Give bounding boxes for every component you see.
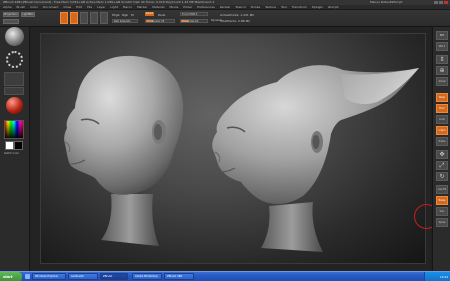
scroll-button[interactable]: ⇕ — [436, 55, 448, 64]
spix-button[interactable]: SPix 3 — [436, 42, 448, 51]
frame-button[interactable]: Frame — [436, 137, 448, 146]
zoom-button[interactable]: ⊕ — [436, 66, 448, 75]
move-mode-button[interactable] — [80, 12, 88, 24]
move-view-icon[interactable]: ✥ — [436, 150, 448, 159]
canvas-area — [31, 27, 439, 271]
solo-button[interactable]: Solo — [436, 207, 448, 216]
top-shelf: Projection Master LightBox Mrgb Rgb M Rg… — [0, 10, 450, 27]
persp-button[interactable]: Persp — [436, 93, 448, 102]
scale-mode-button[interactable] — [90, 12, 98, 24]
head-b-model — [212, 65, 419, 252]
projection-master-button[interactable]: Projection Master — [3, 12, 19, 17]
system-tray-clock[interactable]: 10:24 — [424, 272, 450, 281]
quick-sketch-button[interactable] — [3, 19, 19, 24]
window-controls — [434, 1, 448, 4]
z-intensity-label: Z Intensity 25 — [147, 20, 165, 23]
rgb-intensity-label: Rgb Intensity — [114, 20, 131, 23]
right-tray: BPR SPix 3 ⇕ ⊕ Actual Persp Floor Local … — [432, 27, 450, 271]
total-points-readout: TotalPoints: 2.86 Mil — [220, 19, 250, 23]
mrgb-toggle[interactable]: Mrgb — [112, 13, 120, 17]
draw-size-slider[interactable]: Draw Size 64 — [180, 19, 208, 23]
document-viewport[interactable] — [40, 33, 439, 264]
draw-mode-button[interactable] — [70, 12, 78, 24]
alpha-selector[interactable] — [4, 72, 24, 86]
taskbar-item-leosculpt[interactable]: LeoSculpt — [68, 273, 98, 280]
taskbar-item-explorer[interactable]: Windows Explorer — [32, 273, 66, 280]
focal-shift-slider[interactable]: Focal Shift 0 — [180, 12, 208, 16]
m-toggle[interactable]: M — [131, 13, 134, 17]
floor-button[interactable]: Floor — [436, 104, 448, 113]
z-intensity-slider[interactable]: Z Intensity 25 — [145, 19, 175, 23]
maximize-button[interactable] — [439, 1, 443, 4]
focal-shift-label: Focal Shift 0 — [182, 13, 198, 16]
dynamic-toggle[interactable]: Dynamic — [211, 19, 222, 22]
rgb-toggle[interactable]: Rgb — [122, 13, 128, 17]
stroke-selector-icon[interactable] — [6, 51, 23, 68]
secondary-color-swatch[interactable] — [14, 141, 23, 150]
bpr-button[interactable]: BPR — [436, 31, 448, 40]
rotate-mode-button[interactable] — [100, 12, 108, 24]
zadd-toggle[interactable]: Zadd — [145, 12, 154, 16]
zbrush-window: ZBrush 4R6 [ZBrush Document] - Free Mem … — [0, 0, 450, 281]
lsym-button[interactable]: L.Sym — [436, 126, 448, 135]
transp-button[interactable]: Transp — [436, 196, 448, 205]
actual-button[interactable]: Actual — [436, 77, 448, 86]
head-a-model — [64, 55, 184, 246]
material-selector-icon[interactable] — [6, 97, 23, 114]
quicklaunch-icon[interactable] — [25, 274, 30, 279]
edit-mode-button[interactable] — [60, 12, 68, 24]
xpose-button[interactable]: Xpose — [436, 218, 448, 227]
local-button[interactable]: Local — [436, 115, 448, 124]
main-color-swatch[interactable] — [5, 141, 14, 150]
zsub-toggle[interactable]: Zsub — [158, 13, 165, 17]
switch-color-label[interactable]: Switch Color — [4, 152, 19, 155]
start-button[interactable]: start — [0, 272, 22, 281]
texture-selector[interactable] — [4, 87, 24, 95]
left-tray: Switch Color — [0, 27, 30, 271]
rotate-view-icon[interactable]: ↻ — [436, 172, 448, 181]
color-picker[interactable] — [4, 120, 24, 139]
minimize-button[interactable] — [434, 1, 438, 4]
close-button[interactable] — [444, 1, 448, 4]
taskbar-item-zbrush[interactable]: ZBrush — [100, 273, 128, 280]
taskbar-item-photoshop[interactable]: Adobe Photoshop — [132, 273, 162, 280]
active-points-readout: ActivePoints: 1.431 Mil — [220, 13, 255, 17]
lightbox-button[interactable]: LightBox — [21, 12, 35, 17]
linefill-button[interactable]: Line Fill — [436, 185, 448, 194]
brush-selector-icon[interactable] — [5, 27, 24, 46]
taskbar-item-zbrush-4r6[interactable]: ZBrush 4R6 — [164, 273, 194, 280]
rgb-intensity-slider[interactable]: Rgb Intensity — [112, 19, 138, 23]
windows-taskbar: start Windows Explorer LeoSculpt ZBrush … — [0, 271, 450, 281]
sculpt-models — [64, 55, 419, 252]
scale-view-icon[interactable]: ⤢ — [436, 161, 448, 170]
draw-size-label: Draw Size 64 — [182, 20, 199, 23]
